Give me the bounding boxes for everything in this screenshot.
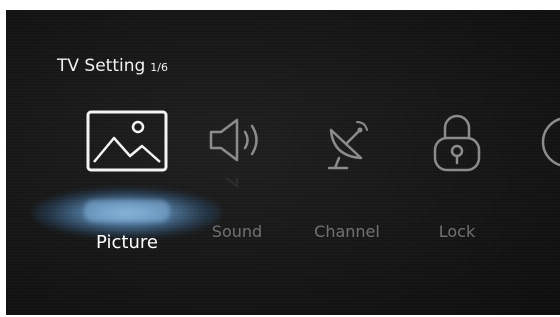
menu-item-label: T	[512, 222, 560, 241]
speaker-icon	[205, 110, 269, 170]
page-title: TV Setting	[57, 56, 146, 76]
selection-highlight	[84, 200, 170, 222]
menu-item-label: Lock	[438, 222, 476, 241]
picture-icon	[86, 110, 168, 172]
page-indicator: 1/6	[150, 61, 168, 74]
satellite-dish-icon-reflection	[317, 178, 377, 196]
clock-icon	[537, 110, 560, 172]
tv-setting-screen: TV Setting 1/6 Picture Sound Channel Loc…	[6, 10, 560, 315]
menu-item-label: Picture	[96, 232, 158, 253]
lock-icon-reflection	[429, 178, 485, 196]
lock-icon	[429, 110, 485, 174]
satellite-dish-icon	[317, 110, 377, 172]
header: TV Setting 1/6	[57, 56, 168, 76]
speaker-icon-reflection	[205, 178, 269, 196]
menu-item-label: Sound	[211, 222, 263, 241]
menu-item-label: Channel	[314, 222, 380, 241]
